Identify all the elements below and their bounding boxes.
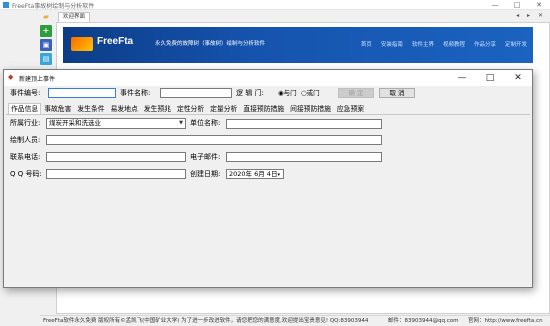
add-icon[interactable]: + <box>40 25 52 37</box>
and-gate-radio-label: 或门 <box>306 89 320 97</box>
tab-conditions[interactable]: 发生条件 <box>74 103 107 114</box>
event-id-input[interactable] <box>48 88 116 98</box>
author-input[interactable] <box>46 135 382 145</box>
banner-brand: FreeFta <box>97 36 134 47</box>
logic-gate-label: 逻 辑 门: <box>236 89 264 97</box>
close-button[interactable]: ✕ <box>528 0 550 10</box>
export-icon[interactable]: ▤ <box>40 53 52 65</box>
qq-label: Q Q 号码: <box>10 170 42 178</box>
banner-nav-video[interactable]: 视频教程 <box>443 40 465 48</box>
event-id-label: 事件编号: <box>10 89 41 97</box>
tab-emergency-plan[interactable]: 应急预案 <box>334 103 367 114</box>
date-label: 创建日期: <box>190 170 221 178</box>
tab-accident-hazard[interactable]: 事故危害 <box>41 103 74 114</box>
or-gate-radio-label: 与门 <box>283 89 297 97</box>
industry-select[interactable]: 煤炭开采和洗选业 ▼ <box>46 118 186 129</box>
dialog-app-icon: ◆ <box>8 73 14 81</box>
phone-label: 联系电话: <box>10 153 41 161</box>
confirm-button[interactable]: 确 定 <box>338 88 374 98</box>
org-name-input[interactable] <box>226 119 382 129</box>
dialog-window-controls: — □ ✕ <box>448 70 532 86</box>
dialog-maximize-button[interactable]: □ <box>476 70 504 86</box>
app-title: FreeFta事故树绘制与分析软件 <box>12 3 95 10</box>
dialog-tabs: 作品信息 事故危害 发生条件 易发地点 发生预兆 定性分析 定量分析 直接预防措… <box>8 103 367 114</box>
date-picker-value: 2020年 6月 4日 <box>229 170 278 178</box>
save-icon[interactable]: ▣ <box>40 39 52 51</box>
app-icon <box>3 2 9 8</box>
org-name-label: 单位名称: <box>190 119 221 127</box>
and-gate-radio[interactable]: ○或门 <box>301 89 320 98</box>
status-website[interactable]: 官网：http://www.freefta.cn <box>468 316 543 326</box>
or-gate-radio[interactable]: ◉与门 <box>278 89 297 98</box>
industry-label: 所属行业: <box>10 119 41 127</box>
banner-nav-share[interactable]: 作品分享 <box>474 40 496 48</box>
new-top-event-dialog: ◆ 新建顶上事件 — □ ✕ 事件编号: 事件名称: 逻 辑 门: ◉与门 ○或… <box>3 69 533 288</box>
tab-work-info[interactable]: 作品信息 <box>8 103 42 114</box>
chevron-down-icon: ▼ <box>179 120 183 126</box>
phone-input[interactable] <box>46 152 186 162</box>
banner-nav-custom[interactable]: 定制开发 <box>505 40 527 48</box>
banner-nav: 首页 安装指南 软件主界 视频教程 作品分享 定制开发 <box>361 40 527 48</box>
qq-input[interactable] <box>46 169 186 179</box>
document-tab-bar: 欢迎界面 ◂ ▸ ✕ <box>56 11 550 22</box>
tab-welcome[interactable]: 欢迎界面 <box>58 12 91 22</box>
maximize-button[interactable]: □ <box>506 0 528 10</box>
dialog-titlebar: ◆ 新建顶上事件 — □ ✕ <box>4 70 532 86</box>
banner-nav-ui[interactable]: 软件主界 <box>412 40 434 48</box>
banner-nav-install[interactable]: 安装指南 <box>381 40 403 48</box>
dialog-title: 新建顶上事件 <box>19 76 56 83</box>
tab-scroll-arrows[interactable]: ◂ ▸ ✕ <box>516 12 546 19</box>
banner-slogan: 永久免费的故障树（事故树）绘制与分析软件 <box>155 41 266 47</box>
freefta-logo <box>71 37 93 51</box>
date-picker[interactable]: 2020年 6月 4日▾ <box>226 169 284 179</box>
folder-icon[interactable]: ▰ <box>40 11 52 23</box>
banner-nav-home[interactable]: 首页 <box>361 40 372 48</box>
email-label: 电子邮件: <box>190 153 221 161</box>
main-window-controls: — □ ✕ <box>484 0 550 10</box>
event-name-label: 事件名称: <box>120 89 151 97</box>
email-input[interactable] <box>226 152 382 162</box>
minimize-button[interactable]: — <box>484 0 506 10</box>
status-email: 邮件：83903944@qq.com <box>388 318 459 324</box>
industry-select-value: 煤炭开采和洗选业 <box>49 119 101 127</box>
date-dropdown-icon: ▾ <box>277 172 280 178</box>
tab-direct-prevention[interactable]: 直接预防措施 <box>240 103 287 114</box>
tab-locations[interactable]: 易发地点 <box>108 103 141 114</box>
status-bar: FreeFta软件永久免费 版权所有©孟凯飞(中国矿业大学) 为了进一步改进软件… <box>40 315 550 326</box>
event-name-input[interactable] <box>160 88 232 98</box>
website-banner: FreeFta 永久免费的故障树（事故树）绘制与分析软件 首页 安装指南 软件主… <box>63 27 533 63</box>
status-copyright: FreeFta软件永久免费 版权所有©孟凯飞(中国矿业大学) 为了进一步改进软件… <box>43 318 369 324</box>
cancel-button[interactable]: 取 消 <box>379 88 415 98</box>
main-titlebar: FreeFta事故树绘制与分析软件 — □ ✕ <box>0 0 550 10</box>
tab-indirect-prevention[interactable]: 间接预防措施 <box>287 103 334 114</box>
tab-quantitative[interactable]: 定量分析 <box>207 103 240 114</box>
author-label: 绘制人员: <box>10 136 41 144</box>
tab-omens[interactable]: 发生预兆 <box>141 103 174 114</box>
dialog-close-button[interactable]: ✕ <box>504 70 532 86</box>
tab-qualitative[interactable]: 定性分析 <box>174 103 207 114</box>
dialog-minimize-button[interactable]: — <box>448 70 476 86</box>
work-info-panel: 所属行业: 煤炭开采和洗选业 ▼ 单位名称: 绘制人员: 联系电话: 电子邮件:… <box>6 114 530 286</box>
